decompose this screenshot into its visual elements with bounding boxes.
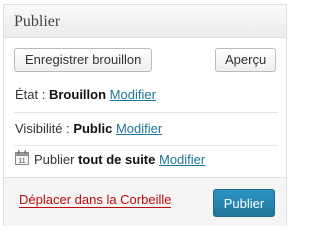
visibility-row: Visibilité : Public Modifier [15,121,162,136]
svg-text:11: 11 [18,158,25,165]
save-draft-button[interactable]: Enregistrer brouillon [14,48,153,72]
visibility-label: Visibilité : [15,121,70,136]
publish-panel: Publier Enregistrer brouillon Aperçu Éta… [3,4,287,226]
schedule-value: tout de suite [78,152,156,167]
preview-button[interactable]: Aperçu [215,48,277,72]
panel-title: Publier [14,13,61,30]
divider [14,145,278,146]
edit-status-link[interactable]: Modifier [110,87,156,102]
status-label: État : [15,87,46,102]
publish-button[interactable]: Publier [213,189,275,217]
move-to-trash-link[interactable]: Déplacer dans la Corbeille [19,193,172,208]
status-value: Brouillon [48,87,107,102]
schedule-label: Publier [34,152,75,167]
calendar-icon: 11 [15,150,29,165]
divider [14,112,278,113]
visibility-value: Public [73,121,113,136]
schedule-row: Publier tout de suite Modifier [34,152,205,167]
status-row: État : Brouillon Modifier [15,87,156,102]
edit-schedule-link[interactable]: Modifier [159,152,205,167]
edit-visibility-link[interactable]: Modifier [116,121,162,136]
